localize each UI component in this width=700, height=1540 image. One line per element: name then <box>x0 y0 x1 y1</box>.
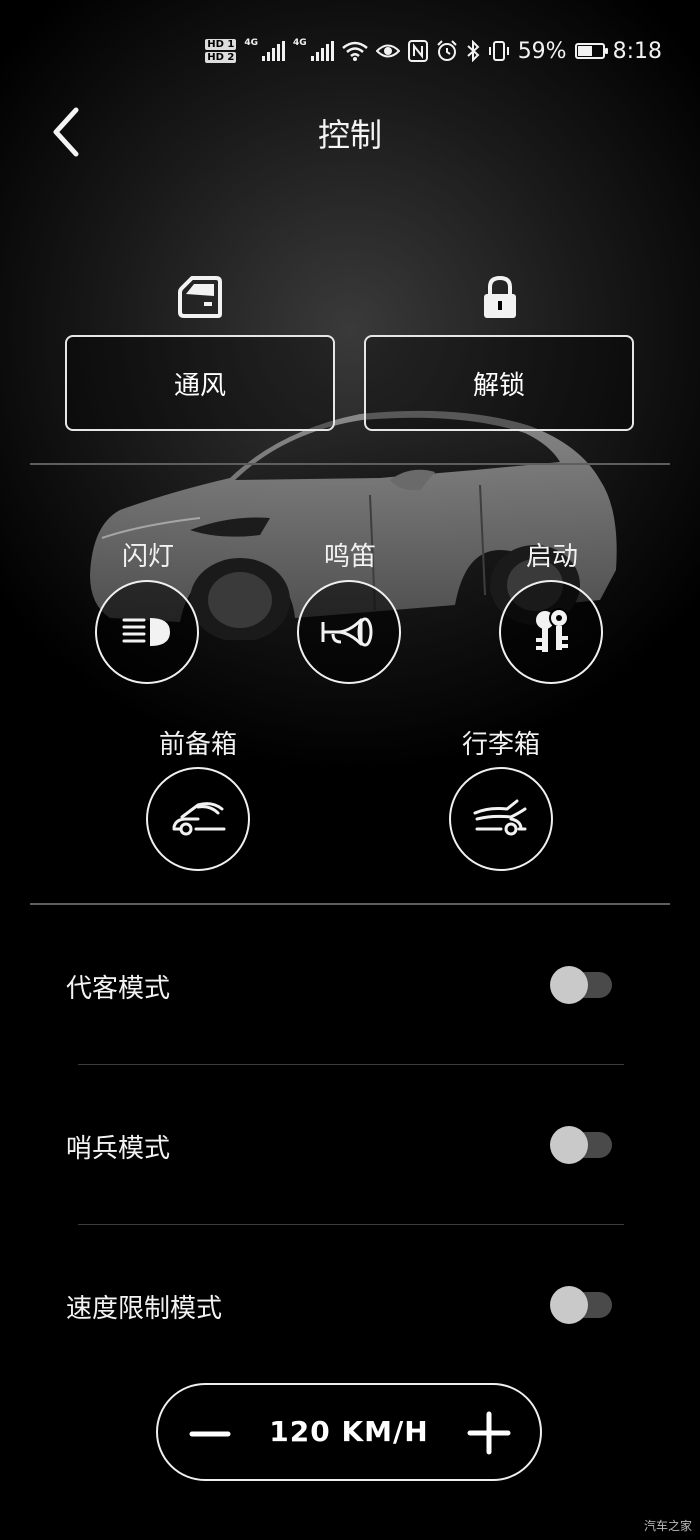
network-type-2: 4G <box>293 38 307 48</box>
flash-lights-button[interactable] <box>95 580 199 684</box>
plus-icon[interactable] <box>466 1410 512 1456</box>
speed-limit-mode-label: 速度限制模式 <box>66 1294 223 1324</box>
start-label: 启动 <box>525 542 578 572</box>
trunk-button[interactable] <box>449 767 553 871</box>
wifi-icon <box>341 41 368 61</box>
headlight-icon <box>122 618 170 646</box>
vibrate-icon <box>488 41 509 61</box>
row-divider <box>78 1224 624 1225</box>
lock-icon <box>484 275 516 318</box>
row-divider <box>78 1064 624 1065</box>
key-icon <box>536 608 569 652</box>
hd1-label: HD 1 <box>205 39 237 50</box>
unlock-button[interactable]: 解锁 <box>364 335 634 431</box>
battery-percent: 59% <box>517 38 567 64</box>
eye-icon <box>375 44 400 58</box>
frunk-label: 前备箱 <box>158 730 237 760</box>
frunk-button[interactable] <box>146 767 250 871</box>
flash-lights-label: 闪灯 <box>121 542 174 572</box>
horn-icon <box>321 617 373 647</box>
page-title: 控制 <box>317 116 382 154</box>
window-icon <box>178 276 222 318</box>
toggle-knob <box>550 966 588 1004</box>
valet-mode-label: 代客模式 <box>66 974 171 1004</box>
signal-icon <box>262 41 286 61</box>
network-type-1: 4G <box>244 38 259 48</box>
sentry-mode-toggle[interactable] <box>550 1126 612 1164</box>
speed-limit-mode-toggle[interactable] <box>550 1286 612 1324</box>
toggle-knob <box>550 1286 588 1324</box>
hd2-label: HD 2 <box>205 52 237 63</box>
frunk-icon <box>172 802 226 836</box>
alarm-icon <box>436 40 457 61</box>
trunk-label: 行李箱 <box>461 730 540 760</box>
status-bar: HD 1 HD 2 4G 4G 59% 8:18 <box>205 28 662 74</box>
hd-indicator: HD 1 HD 2 <box>205 38 237 64</box>
trunk-icon <box>473 799 527 836</box>
signal-icon-2 <box>310 41 334 61</box>
section-divider <box>30 463 670 465</box>
start-button[interactable] <box>499 580 603 684</box>
section-divider-2 <box>30 903 670 905</box>
ventilate-button[interactable]: 通风 <box>65 335 335 431</box>
sentry-mode-label: 哨兵模式 <box>66 1134 171 1164</box>
horn-label: 鸣笛 <box>323 542 376 572</box>
watermark: 汽车之家 <box>643 1519 692 1533</box>
bluetooth-icon <box>467 40 480 62</box>
nfc-icon <box>407 40 428 62</box>
battery-level <box>577 46 592 56</box>
horn-button[interactable] <box>297 580 401 684</box>
clock: 8:18 <box>612 38 662 64</box>
speed-limit-stepper: 120 KM/H <box>156 1383 542 1481</box>
valet-mode-toggle[interactable] <box>550 966 612 1004</box>
battery-icon <box>574 43 608 59</box>
toggle-knob <box>550 1126 588 1164</box>
